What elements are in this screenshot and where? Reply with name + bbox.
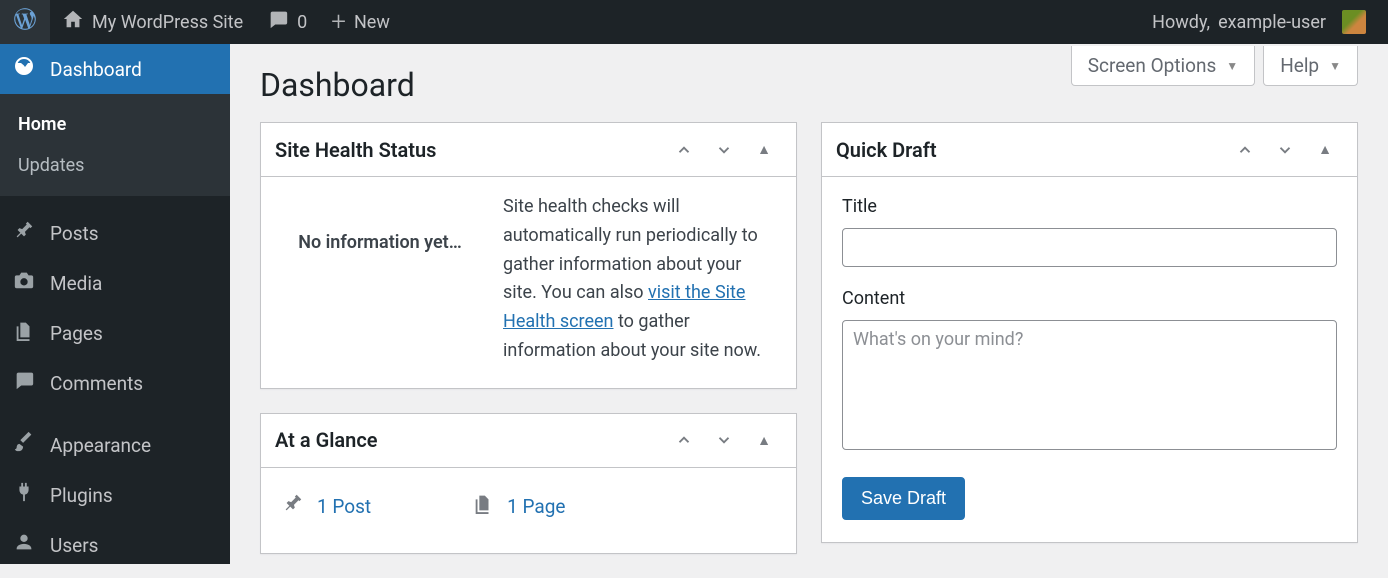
quick-draft-title-label: Title (842, 193, 1337, 222)
comments-link[interactable]: 0 (255, 0, 319, 44)
site-name-link[interactable]: My WordPress Site (50, 0, 255, 44)
sidebar-item-label: Dashboard (50, 58, 142, 81)
widget-title: At a Glance (275, 428, 666, 452)
sidebar-item-label: Appearance (50, 434, 151, 457)
glance-posts-link[interactable]: 1 Post (317, 492, 371, 522)
new-label: New (354, 12, 390, 33)
screen-options-toggle[interactable]: Screen Options ▼ (1071, 46, 1255, 86)
plug-icon (12, 481, 36, 509)
sidebar-item-label: Comments (50, 372, 143, 395)
toggle-widget-button[interactable]: ▲ (746, 132, 782, 168)
camera-icon (12, 269, 36, 297)
quick-draft-content-label: Content (842, 285, 1337, 314)
sidebar-item-pages[interactable]: Pages (0, 308, 230, 358)
gauge-icon (12, 54, 36, 84)
sidebar-item-label: Posts (50, 222, 99, 245)
move-up-button[interactable] (666, 132, 702, 168)
dashboard-widgets: Site Health Status ▲ No information yet…… (260, 122, 1358, 578)
sidebar-item-appearance[interactable]: Appearance (0, 420, 230, 470)
sidebar-item-users[interactable]: Users (0, 520, 230, 570)
dashboard-column-right: Quick Draft ▲ Title Content Save Draft (821, 122, 1358, 578)
chevron-down-icon: ▼ (1329, 59, 1341, 73)
sidebar-subitem-home[interactable]: Home (0, 104, 230, 145)
glance-posts: 1 Post (281, 490, 371, 525)
comment-icon (267, 8, 289, 36)
sidebar-item-plugins[interactable]: Plugins (0, 470, 230, 520)
sidebar-item-label: Users (50, 534, 98, 557)
sidebar-item-comments[interactable]: Comments (0, 358, 230, 408)
page-icon (12, 319, 36, 347)
move-up-button[interactable] (1227, 132, 1263, 168)
sidebar-item-media[interactable]: Media (0, 258, 230, 308)
sidebar-subitem-updates[interactable]: Updates (0, 145, 230, 186)
widget-title: Quick Draft (836, 138, 1227, 162)
move-up-button[interactable] (666, 422, 702, 458)
screen-meta-links: Screen Options ▼ Help ▼ (1071, 46, 1358, 86)
comments-count: 0 (297, 12, 307, 33)
wp-logo-menu[interactable] (0, 0, 50, 44)
quick-draft-title-input[interactable] (842, 228, 1337, 267)
page-icon (471, 490, 495, 525)
quick-draft-content-textarea[interactable] (842, 320, 1337, 450)
chevron-down-icon: ▼ (1226, 59, 1238, 73)
help-toggle[interactable]: Help ▼ (1263, 46, 1358, 86)
toggle-widget-button[interactable]: ▲ (1307, 132, 1343, 168)
widget-header: Site Health Status ▲ (261, 123, 796, 177)
site-health-description: Site health checks will automatically ru… (503, 193, 776, 366)
site-health-status-text: No information yet… (281, 193, 479, 258)
dashboard-submenu: Home Updates (0, 94, 230, 196)
site-health-widget: Site Health Status ▲ No information yet…… (260, 122, 797, 389)
sidebar-item-dashboard[interactable]: Dashboard (0, 44, 230, 94)
at-a-glance-widget: At a Glance ▲ 1 Post (260, 413, 797, 554)
widget-header: At a Glance ▲ (261, 414, 796, 468)
move-down-button[interactable] (706, 422, 742, 458)
pin-icon (281, 490, 305, 525)
avatar (1342, 10, 1366, 34)
pin-icon (12, 219, 36, 247)
new-content-link[interactable]: + New (319, 0, 402, 44)
admin-sidebar: Dashboard Home Updates Posts Media Pages… (0, 44, 230, 564)
plus-icon: + (331, 7, 346, 37)
help-label: Help (1280, 54, 1319, 77)
home-icon (62, 8, 84, 36)
sidebar-item-label: Plugins (50, 484, 113, 507)
wordpress-logo-icon (12, 6, 38, 38)
move-down-button[interactable] (706, 132, 742, 168)
sidebar-item-label: Pages (50, 322, 103, 345)
glance-pages: 1 Page (471, 490, 565, 525)
admin-toolbar: My WordPress Site 0 + New Howdy, example… (0, 0, 1388, 44)
glance-pages-link[interactable]: 1 Page (507, 492, 565, 522)
save-draft-button[interactable]: Save Draft (842, 477, 965, 520)
site-name-label: My WordPress Site (92, 12, 243, 33)
widget-title: Site Health Status (275, 138, 666, 162)
dashboard-column-left: Site Health Status ▲ No information yet…… (260, 122, 797, 578)
sidebar-item-label: Media (50, 272, 102, 295)
move-down-button[interactable] (1267, 132, 1303, 168)
brush-icon (12, 431, 36, 459)
widget-header: Quick Draft ▲ (822, 123, 1357, 177)
user-name: example-user (1218, 12, 1326, 33)
toggle-widget-button[interactable]: ▲ (746, 422, 782, 458)
chat-icon (12, 369, 36, 397)
content-area: Screen Options ▼ Help ▼ Dashboard Site H… (230, 44, 1388, 564)
howdy-prefix: Howdy, (1152, 12, 1210, 33)
sidebar-item-posts[interactable]: Posts (0, 208, 230, 258)
user-icon (12, 531, 36, 559)
screen-options-label: Screen Options (1088, 54, 1217, 77)
quick-draft-widget: Quick Draft ▲ Title Content Save Draft (821, 122, 1358, 543)
user-account-menu[interactable]: Howdy, example-user (1140, 0, 1378, 44)
